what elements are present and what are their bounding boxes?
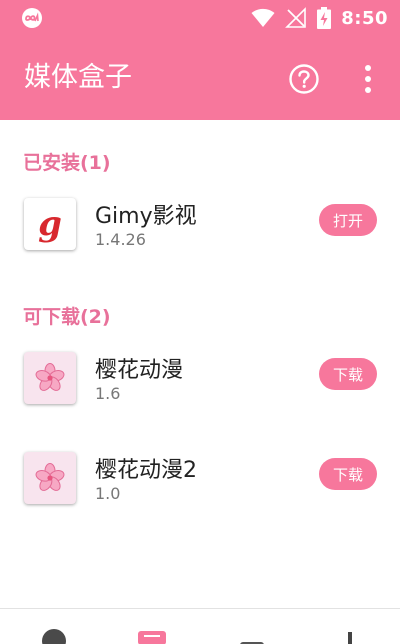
help-button[interactable] xyxy=(288,63,320,95)
nav-person[interactable] xyxy=(340,631,360,644)
app-name: 樱花动漫 xyxy=(95,358,184,383)
app-name: 樱花动漫2 xyxy=(95,458,197,483)
svg-text:g: g xyxy=(38,204,62,244)
no-signal-icon xyxy=(285,7,307,28)
status-bar: 8:50 xyxy=(0,0,400,36)
sakura-icon xyxy=(24,352,76,404)
person-icon xyxy=(348,632,352,644)
app-bar: 媒体盒子 xyxy=(0,36,400,120)
section-header-downloadable: 可下载(2) xyxy=(23,306,111,328)
more-vert-icon xyxy=(365,65,371,93)
nav-media-box[interactable] xyxy=(138,629,166,644)
media-box-icon xyxy=(138,631,166,644)
status-time: 8:50 xyxy=(341,7,388,29)
app-row-sakura2[interactable]: 樱花动漫2 1.0 下载 xyxy=(0,444,400,524)
download-button[interactable]: 下载 xyxy=(319,358,377,390)
app-version: 1.0 xyxy=(95,484,121,503)
app-version: 1.6 xyxy=(95,384,121,403)
open-button[interactable]: 打开 xyxy=(319,204,377,236)
app-name: Gimy影视 xyxy=(95,204,197,229)
nav-tv[interactable] xyxy=(240,637,264,644)
app-title: 媒体盒子 xyxy=(24,62,132,93)
gimy-logo-icon: g xyxy=(24,198,76,250)
wifi-icon xyxy=(251,8,275,27)
section-header-installed: 已安装(1) xyxy=(23,152,111,174)
download-button[interactable]: 下载 xyxy=(319,458,377,490)
app-row-gimy[interactable]: g Gimy影视 1.4.26 打开 xyxy=(0,190,400,270)
sakura-icon xyxy=(24,452,76,504)
home-icon xyxy=(42,629,66,644)
battery-charging-icon xyxy=(317,7,332,29)
app-row-sakura[interactable]: 樱花动漫 1.6 下载 xyxy=(0,344,400,424)
nav-home[interactable] xyxy=(40,627,68,644)
app-list: 已安装(1) g Gimy影视 1.4.26 打开 可下载(2) 樱花动漫 1.… xyxy=(0,120,400,608)
bottom-nav xyxy=(0,608,400,644)
app-version: 1.4.26 xyxy=(95,230,146,249)
help-icon xyxy=(289,64,319,94)
more-options-button[interactable] xyxy=(354,62,382,96)
app-notification-icon xyxy=(22,8,42,28)
